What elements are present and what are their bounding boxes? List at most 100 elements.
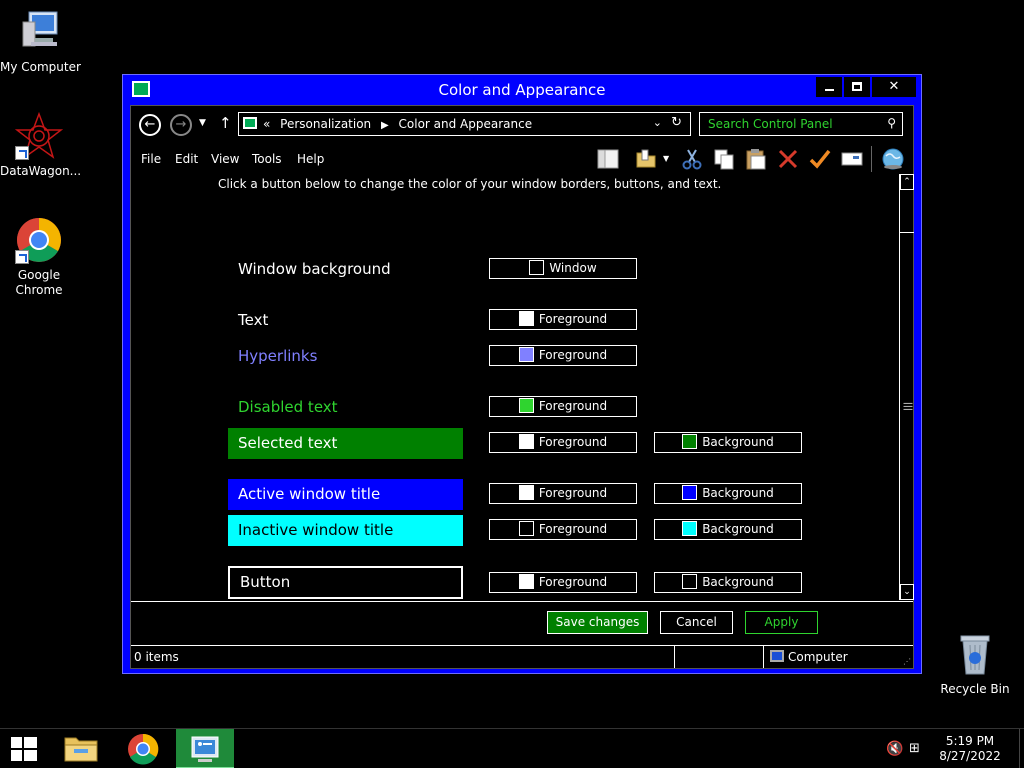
status-divider xyxy=(674,646,675,668)
volume-muted-icon[interactable]: 🔇 xyxy=(886,741,903,757)
search-input[interactable]: Search Control Panel ⚲ xyxy=(699,112,903,136)
chrome-icon xyxy=(15,216,63,264)
cut-icon[interactable] xyxy=(681,148,703,170)
address-dropdown-icon[interactable]: ⌄ xyxy=(653,116,662,129)
row-label-hyperlinks: Hyperlinks xyxy=(238,347,318,365)
menu-help[interactable]: Help xyxy=(297,152,324,166)
globe-icon[interactable] xyxy=(881,148,904,170)
row-label-active-window-title: Active window title xyxy=(228,479,463,510)
desktop-icon-google-chrome[interactable]: Google Chrome xyxy=(0,216,78,298)
disabled-text-foreground-button[interactable]: Foreground xyxy=(489,396,637,417)
search-icon[interactable]: ⚲ xyxy=(887,116,896,130)
scroll-down-icon[interactable]: ⌄ xyxy=(900,584,914,600)
taskbar-clock[interactable]: 5:19 PM 8/27/2022 xyxy=(930,734,1010,764)
up-arrow-icon: ↑ xyxy=(219,114,232,132)
chrome-icon xyxy=(128,733,159,765)
color-swatch xyxy=(682,521,698,536)
scroll-thumb-grip-icon[interactable]: — — — xyxy=(903,399,913,415)
color-swatch xyxy=(529,260,545,275)
navigation-bar: ← → ▼ ↑ « Personalization ▶ Color and Ap… xyxy=(131,106,913,144)
row-label-text: Text xyxy=(238,311,269,329)
minimize-button[interactable] xyxy=(816,77,842,97)
cancel-button[interactable]: Cancel xyxy=(660,611,733,634)
rename-icon[interactable] xyxy=(841,148,863,170)
breadcrumb-separator-icon[interactable]: ▶ xyxy=(381,120,389,131)
clock-date: 8/27/2022 xyxy=(939,749,1001,763)
resize-grip-icon[interactable]: ⋰ xyxy=(903,657,911,666)
properties-check-icon[interactable] xyxy=(809,148,831,170)
scroll-up-icon[interactable]: ⌃ xyxy=(900,174,914,190)
row-label-button: Button xyxy=(228,566,463,599)
save-changes-button[interactable]: Save changes xyxy=(547,611,648,634)
minimize-icon xyxy=(824,88,834,91)
delete-icon[interactable] xyxy=(777,148,799,170)
forward-button[interactable]: → xyxy=(170,114,192,136)
text-foreground-button[interactable]: Foreground xyxy=(489,309,637,330)
taskbar-chrome[interactable] xyxy=(114,729,172,768)
inactive-title-background-button[interactable]: Background xyxy=(654,519,802,540)
apply-button[interactable]: Apply xyxy=(745,611,818,634)
dropdown-arrow-icon[interactable]: ▼ xyxy=(663,154,673,176)
breadcrumb-overflow[interactable]: « xyxy=(263,117,270,131)
recent-locations-dropdown[interactable]: ▼ xyxy=(199,118,206,128)
selected-text-foreground-button[interactable]: Foreground xyxy=(489,432,637,453)
menu-view[interactable]: View xyxy=(211,152,239,166)
active-title-background-button[interactable]: Background xyxy=(654,483,802,504)
button-label: Foreground xyxy=(538,486,608,500)
start-button[interactable] xyxy=(0,729,48,768)
close-icon: ✕ xyxy=(888,79,900,94)
back-button[interactable]: ← xyxy=(139,114,161,136)
button-background-button[interactable]: Background xyxy=(654,572,802,593)
button-foreground-button[interactable]: Foreground xyxy=(489,572,637,593)
show-desktop-button[interactable] xyxy=(1019,729,1024,768)
refresh-icon[interactable]: ↻ xyxy=(671,115,682,130)
button-label: Background xyxy=(702,522,774,536)
menu-file[interactable]: File xyxy=(141,152,161,166)
window-background-button[interactable]: Window xyxy=(489,258,637,279)
selected-text-background-button[interactable]: Background xyxy=(654,432,802,453)
taskbar-file-explorer[interactable] xyxy=(52,729,110,768)
status-item-count: 0 items xyxy=(134,650,179,664)
button-label: Background xyxy=(702,435,774,449)
hyperlinks-foreground-button[interactable]: Foreground xyxy=(489,345,637,366)
paste-icon[interactable] xyxy=(745,148,767,170)
breadcrumb: « Personalization ▶ Color and Appearance xyxy=(263,117,532,131)
status-location: Computer xyxy=(788,650,848,664)
copy-icon[interactable] xyxy=(713,148,735,170)
network-icon[interactable]: ⊞ xyxy=(909,741,920,756)
active-title-foreground-button[interactable]: Foreground xyxy=(489,483,637,504)
desktop-icon-recycle-bin[interactable]: Recycle Bin xyxy=(936,630,1014,697)
toolbar-separator xyxy=(871,146,872,172)
vertical-scrollbar[interactable]: ⌃ — — — ⌄ xyxy=(899,174,914,600)
window-title: Color and Appearance xyxy=(438,81,606,99)
up-button[interactable]: ↑ xyxy=(219,114,232,132)
taskbar: 🔇 ⊞ 5:19 PM 8/27/2022 xyxy=(0,728,1024,768)
button-label: Foreground xyxy=(538,312,608,326)
button-label: Background xyxy=(702,486,774,500)
taskbar-control-panel[interactable] xyxy=(176,729,234,768)
desktop-icon-label: Recycle Bin xyxy=(940,682,1010,696)
breadcrumb-color-appearance[interactable]: Color and Appearance xyxy=(399,117,533,131)
breadcrumb-personalization[interactable]: Personalization xyxy=(280,117,371,131)
color-swatch xyxy=(518,311,534,326)
search-placeholder: Search Control Panel xyxy=(708,117,833,131)
address-bar[interactable]: « Personalization ▶ Color and Appearance… xyxy=(238,112,691,136)
row-label-window-background: Window background xyxy=(238,260,391,278)
menu-tools[interactable]: Tools xyxy=(252,152,282,166)
close-button[interactable]: ✕ xyxy=(872,77,916,97)
color-swatch xyxy=(682,485,698,500)
menu-edit[interactable]: Edit xyxy=(175,152,198,166)
desktop-icon-my-computer[interactable]: My Computer xyxy=(0,8,81,75)
button-label: Foreground xyxy=(538,435,608,449)
inactive-title-foreground-button[interactable]: Foreground xyxy=(489,519,637,540)
back-arrow-icon: ← xyxy=(144,117,156,132)
status-divider xyxy=(763,646,764,668)
window-titlebar[interactable]: Color and Appearance ✕ xyxy=(123,75,921,105)
control-panel-icon xyxy=(243,117,257,129)
folder-options-icon[interactable] xyxy=(635,148,657,170)
desktop-icon-datawagon[interactable]: DataWagon... xyxy=(0,111,81,179)
maximize-button[interactable] xyxy=(844,77,870,97)
color-swatch xyxy=(518,574,534,589)
row-label-inactive-window-title: Inactive window title xyxy=(228,515,463,546)
layout-icon[interactable] xyxy=(597,148,619,170)
